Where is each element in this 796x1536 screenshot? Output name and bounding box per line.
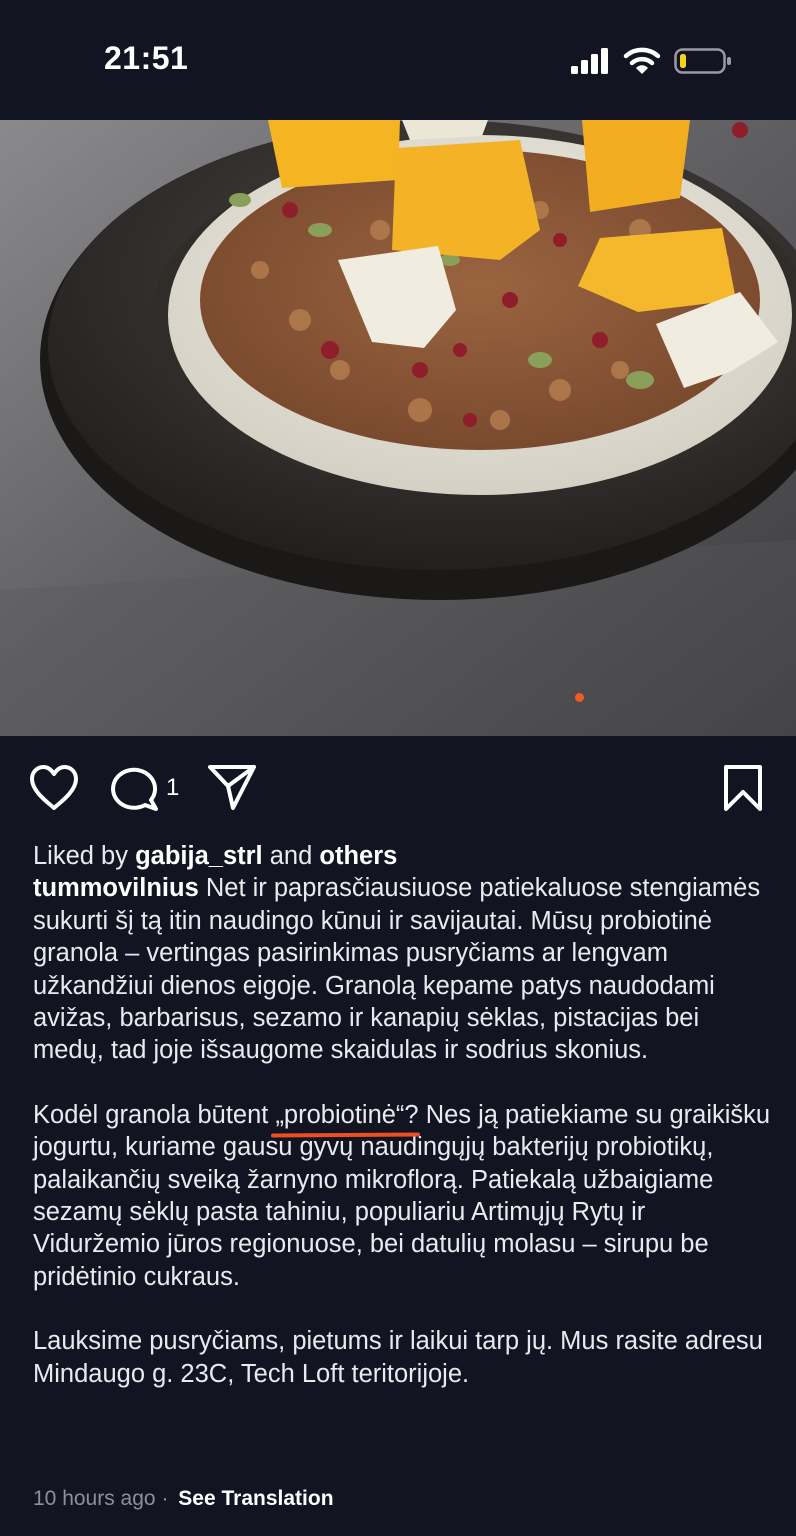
share-paper-plane-icon[interactable] — [206, 762, 258, 812]
highlighted-phrase-2: „probiotinė“? — [271, 1101, 421, 1138]
cellular-signal-icon — [571, 48, 608, 74]
orange-underline — [271, 1132, 421, 1138]
post-meta: 10 hours ago · See Translation — [33, 1487, 334, 1511]
caption-paragraph-1: tummovilnius Net ir paprasčiausiuose pat… — [33, 874, 761, 1065]
post-photo[interactable] — [0, 120, 796, 736]
liked-by-user-link[interactable]: gabija_strl — [135, 842, 263, 870]
status-bar: 21:51 — [0, 0, 796, 120]
battery-icon — [674, 48, 731, 74]
see-translation-link[interactable]: See Translation — [178, 1487, 333, 1510]
liked-by-others-link[interactable]: others — [319, 842, 397, 870]
comment-count: 1 — [166, 774, 180, 801]
post-timestamp: 10 hours ago — [33, 1487, 156, 1510]
author-username-link[interactable]: tummovilnius — [33, 874, 199, 902]
wifi-icon — [623, 47, 661, 74]
carousel-indicator-dot — [575, 693, 584, 702]
post-actions-bar: 1 — [0, 736, 796, 836]
granola-bowl-image — [0, 120, 796, 736]
caption-paragraph-2: Kodėl granola būtent „probiotinė“? Nes j… — [33, 1100, 771, 1291]
post-caption: Liked by gabija_strl and others tummovil… — [33, 840, 773, 1390]
heart-icon[interactable] — [28, 764, 80, 812]
status-time: 21:51 — [104, 40, 189, 76]
bookmark-icon[interactable] — [722, 764, 764, 812]
comment-bubble-icon[interactable] — [110, 764, 160, 812]
meta-separator: · — [161, 1487, 169, 1510]
caption-paragraph-3: Lauksime pusryčiams, pietums ir laikui t… — [33, 1327, 763, 1388]
liked-by-line: Liked by gabija_strl and others — [33, 842, 398, 870]
